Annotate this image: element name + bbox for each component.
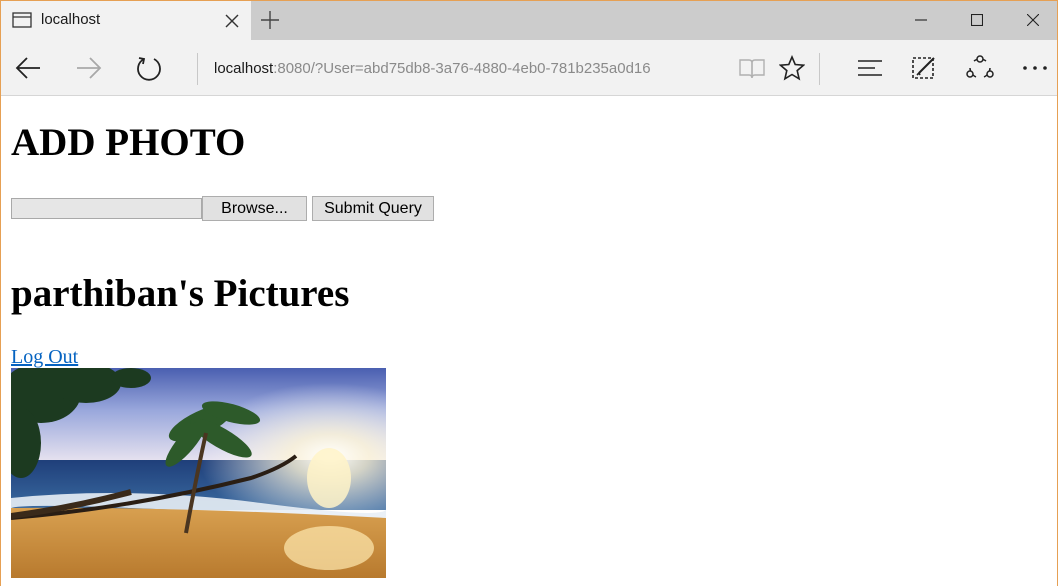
refresh-button[interactable]: [133, 52, 165, 84]
address-host: localhost: [214, 60, 274, 77]
add-photo-heading: ADD PHOTO: [11, 121, 246, 164]
browse-button[interactable]: Browse...: [202, 196, 307, 221]
file-path-field[interactable]: [11, 198, 202, 219]
tab-strip: localhost: [0, 0, 1058, 40]
hub-icon: [858, 60, 882, 76]
plus-icon[interactable]: [259, 9, 281, 31]
address-bar[interactable]: localhost:8080/?User=abd75db8-3a76-4880-…: [214, 60, 651, 77]
submit-query-button[interactable]: Submit Query: [312, 196, 434, 221]
refresh-icon: [137, 57, 161, 81]
forward-button[interactable]: [73, 52, 105, 84]
forward-arrow-icon: [77, 57, 102, 79]
window-close-icon: [1027, 14, 1039, 26]
browser-tab[interactable]: localhost: [1, 1, 251, 40]
beach-photo: [11, 368, 386, 578]
separator: [197, 53, 198, 85]
hub-button[interactable]: [854, 52, 886, 84]
close-icon[interactable]: [223, 12, 241, 30]
back-button[interactable]: [12, 52, 44, 84]
maximize-icon: [971, 14, 983, 26]
share-button[interactable]: [964, 52, 996, 84]
more-icon: [1023, 66, 1047, 70]
reading-view-button[interactable]: [736, 52, 768, 84]
address-path: :8080/?User=abd75db8-3a76-4880-4eb0-781b…: [273, 60, 651, 77]
pictures-heading: parthiban's Pictures: [11, 272, 350, 315]
minimize-button[interactable]: [893, 0, 949, 40]
favorite-button[interactable]: [776, 52, 808, 84]
share-icon: [966, 55, 994, 78]
window-close-button[interactable]: [1005, 0, 1058, 40]
page-content: ADD PHOTO Browse... Submit Query parthib…: [0, 96, 1058, 586]
navigation-bar: localhost:8080/?User=abd75db8-3a76-4880-…: [0, 40, 1058, 96]
star-icon: [779, 55, 805, 81]
separator: [819, 53, 820, 85]
tab-title: localhost: [41, 11, 101, 28]
maximize-button[interactable]: [949, 0, 1005, 40]
logout-link[interactable]: Log Out: [11, 346, 78, 369]
more-button[interactable]: [1019, 52, 1051, 84]
minimize-icon: [915, 19, 927, 21]
web-note-icon: [912, 57, 935, 79]
back-arrow-icon: [15, 57, 40, 79]
reading-view-icon: [739, 59, 765, 79]
web-note-button[interactable]: [908, 52, 940, 84]
tab-page-icon: [12, 12, 32, 28]
